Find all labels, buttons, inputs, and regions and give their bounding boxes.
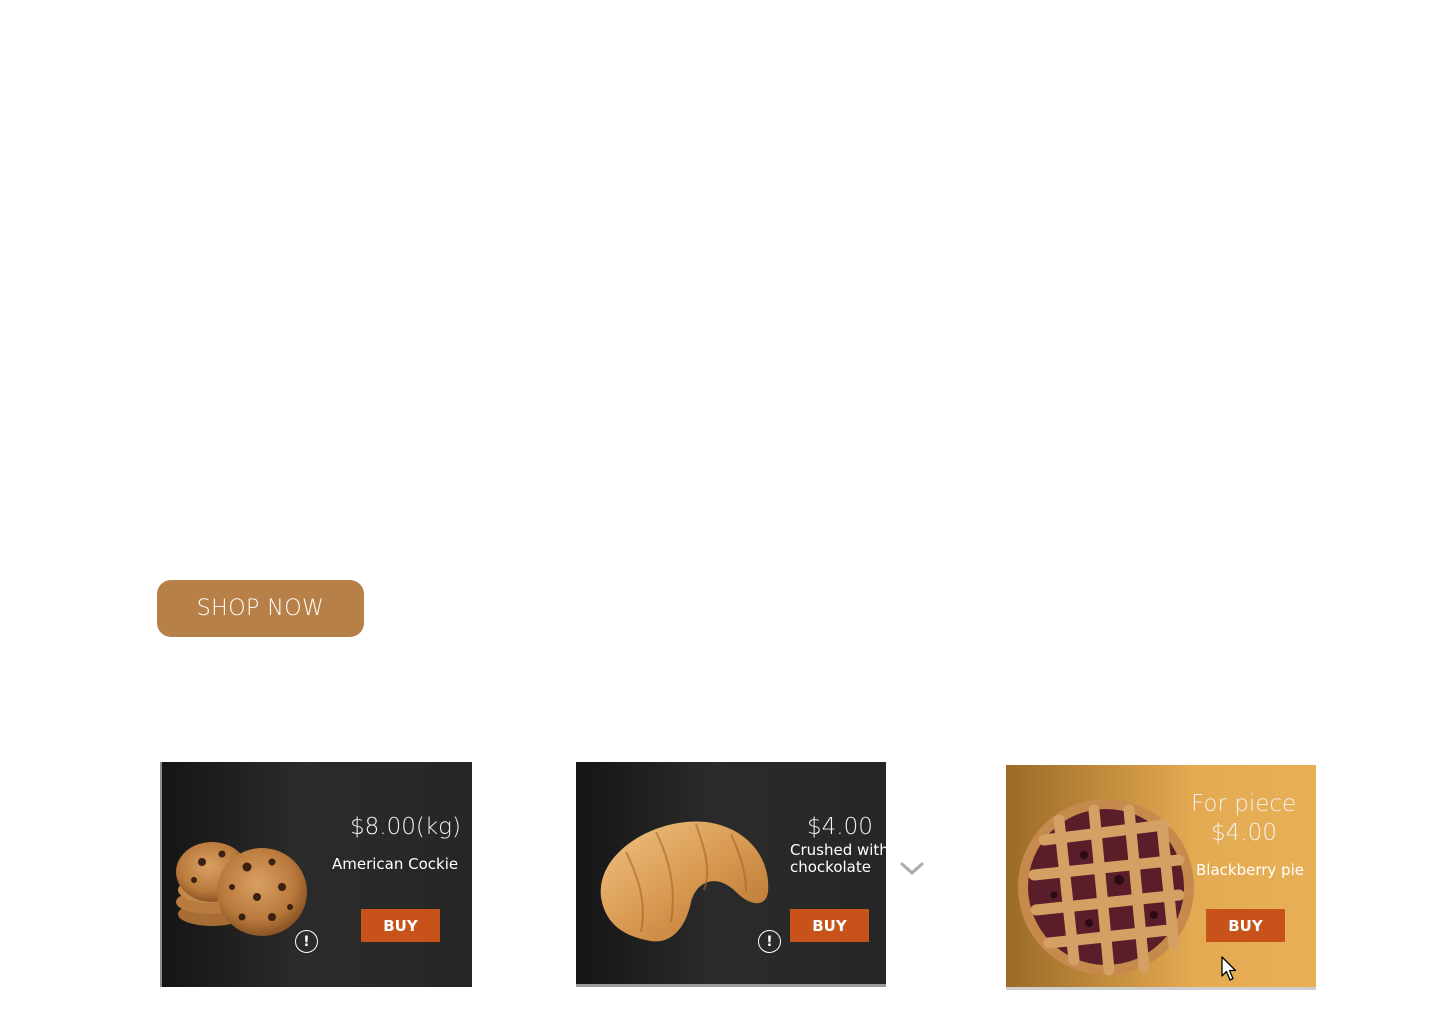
product-description-line2: chockolate [790,858,871,876]
pie-image [1018,799,1194,976]
buy-button[interactable]: BUY [790,909,869,942]
info-icon[interactable]: ! [295,930,318,953]
croissant-image [600,821,769,942]
cookie-image [176,842,307,936]
buy-button[interactable]: BUY [1206,909,1285,942]
chevron-down-icon[interactable] [899,860,925,878]
product-price-unit: For piece [1191,791,1297,817]
info-icon[interactable]: ! [758,930,781,953]
mouse-pointer-icon [1221,956,1237,982]
shop-now-button[interactable]: SHOP NOW [157,580,364,637]
product-price: $8.00(kg) [350,814,461,840]
product-name: Blackberry pie [1196,861,1304,879]
product-card-cookie: $8.00(kg) American Cockie ! BUY [160,762,472,987]
product-card-pie: For piece $4.00 Blackberry pie BUY [1006,765,1316,990]
product-name: American Cockie [332,855,459,873]
product-price: $4.00 [1211,820,1277,846]
product-description: Crushed with [790,841,886,859]
product-card-croissant: $4.00 Crushed with chockolate ! BUY [576,762,886,987]
buy-button[interactable]: BUY [361,909,440,942]
product-price: $4.00 [807,814,873,840]
